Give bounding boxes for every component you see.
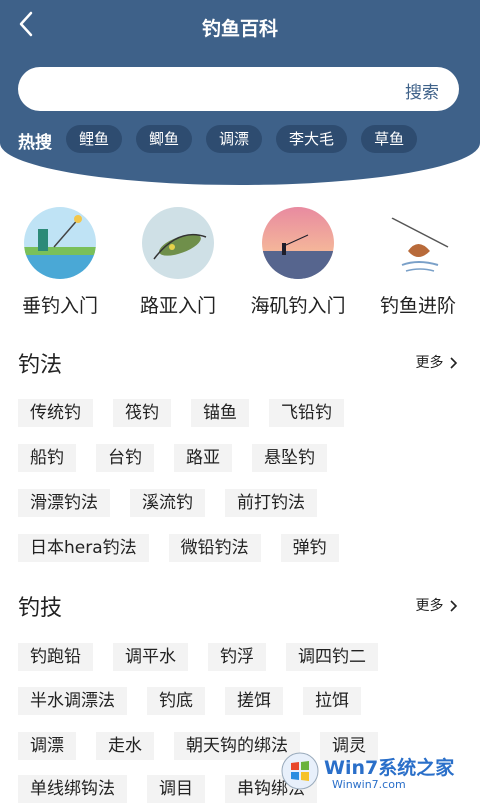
tag-item[interactable]: 飞铅钓 [269,399,344,427]
category-nav: 垂钓入门 路亚入门 海矶钓入门 钓鱼进阶 [0,207,480,327]
tag-row: 半水调漂法 钓底 搓饵 拉饵 [18,687,361,715]
tag-item[interactable]: 钓浮 [208,643,266,671]
tag-row: 传统钓 筏钓 锚鱼 飞铅钓 [18,399,344,427]
hot-tag[interactable]: 鲫鱼 [136,125,193,153]
tag-item[interactable]: 半水调漂法 [18,687,127,715]
tag-item[interactable]: 走水 [96,732,154,760]
category-label: 垂钓入门 [21,295,98,317]
search-button[interactable]: 搜索 [405,78,439,103]
tag-row: 船钓 台钓 路亚 悬坠钓 [18,444,327,472]
tag-row: 日本hera钓法 微铅钓法 弹钓 [18,534,339,562]
category-label: 路亚入门 [139,295,216,317]
category-image [24,207,96,279]
header: 钓鱼百科 搜索 热搜 鲤鱼 鲫鱼 调漂 李大毛 草鱼 [0,0,480,185]
more-label: 更多 [415,355,444,371]
tag-item[interactable]: 弹钓 [280,534,339,562]
category-image [142,207,214,279]
category-label: 钓鱼进阶 [379,295,456,317]
tag-item[interactable]: 锚鱼 [191,399,249,427]
tag-row: 滑漂钓法 溪流钓 前打钓法 [18,489,317,517]
tag-item[interactable]: 滑漂钓法 [18,489,110,517]
chevron-right-icon [450,357,458,369]
category-item[interactable]: 海矶钓入门 [238,207,358,318]
chevron-right-icon [450,600,458,612]
tag-item[interactable]: 调漂 [18,732,76,760]
page-title: 钓鱼百科 [201,18,278,40]
tag-item[interactable]: 日本hera钓法 [18,534,149,562]
search-bar: 搜索 [18,67,459,113]
tag-item[interactable]: 筏钓 [113,399,171,427]
tag-item[interactable]: 拉饵 [303,687,361,715]
hot-search-tags: 鲤鱼 鲫鱼 调漂 李大毛 草鱼 [66,125,418,153]
category-item[interactable]: 路亚入门 [118,207,238,318]
search-input[interactable] [36,67,400,113]
tag-item[interactable]: 调四钓二 [286,643,378,671]
hot-search-label: 热搜 [18,133,52,153]
tag-item[interactable]: 微铅钓法 [168,534,261,562]
tag-item[interactable]: 船钓 [18,444,76,472]
section-title: 钓技 [18,596,63,621]
more-link[interactable]: 更多 [416,595,458,615]
watermark: Win7系统之家 Winwin7.com [280,745,480,800]
tag-row: 钓跑铅 调平水 钓浮 调四钓二 [18,643,378,671]
tag-item[interactable]: 钓跑铅 [18,643,93,671]
hot-tag[interactable]: 李大毛 [276,125,348,153]
tag-item[interactable]: 搓饵 [225,687,283,715]
section-title: 钓法 [18,353,63,378]
tag-item[interactable]: 单线绑钩法 [18,775,127,803]
tag-item[interactable]: 台钓 [96,444,154,472]
category-label: 海矶钓入门 [250,295,346,317]
tag-item[interactable]: 路亚 [174,444,232,472]
hot-tag[interactable]: 调漂 [206,125,263,153]
category-item[interactable]: 钓鱼进阶 [358,207,478,318]
watermark-url: Winwin7.com [332,778,406,791]
hot-tag[interactable]: 鲤鱼 [66,125,123,153]
category-image [262,207,334,279]
tag-item[interactable]: 前打钓法 [225,489,317,517]
more-link[interactable]: 更多 [416,352,458,372]
tag-item[interactable]: 钓底 [147,687,205,715]
tag-item[interactable]: 溪流钓 [130,489,205,517]
tag-row: 单线绑钩法 调目 串钩绑法 [18,775,317,803]
watermark-brand: Win7系统之家 [324,757,455,779]
category-item[interactable]: 垂钓入门 [0,207,120,318]
tag-item[interactable]: 传统钓 [18,399,93,427]
tag-item[interactable]: 调目 [147,775,205,803]
category-image [382,207,454,279]
tag-item[interactable]: 调平水 [113,643,188,671]
windows-logo-icon [281,752,319,790]
more-label: 更多 [415,598,444,614]
tag-item[interactable]: 悬坠钓 [252,444,327,472]
hot-tag[interactable]: 草鱼 [361,125,418,153]
